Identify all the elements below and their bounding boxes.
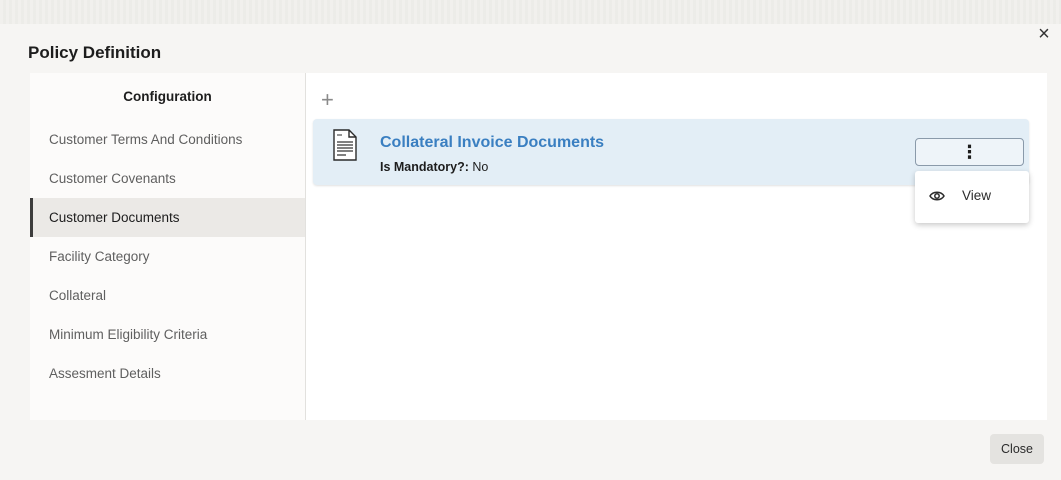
sidebar-header: Configuration	[123, 89, 212, 104]
content-panel: + Collateral Invoice Documents Is Mandat…	[306, 73, 1047, 420]
sidebar-item-assesment-details[interactable]: Assesment Details	[30, 354, 305, 393]
sidebar-item-customer-terms-and-conditions[interactable]: Customer Terms And Conditions	[30, 120, 305, 159]
kebab-icon: ⋮	[960, 142, 979, 162]
sidebar-item-collateral[interactable]: Collateral	[30, 276, 305, 315]
menu-item-label: View	[962, 188, 992, 203]
card-title-link[interactable]: Collateral Invoice Documents	[380, 134, 604, 152]
sidebar-item-facility-category[interactable]: Facility Category	[30, 237, 305, 276]
mandatory-value: No	[472, 160, 489, 174]
sidebar-item-customer-covenants[interactable]: Customer Covenants	[30, 159, 305, 198]
policy-definition-dialog: Policy Definition × Configuration Custom…	[0, 24, 1061, 480]
background-strip	[0, 0, 1061, 24]
sidebar-item-minimum-eligibility-criteria[interactable]: Minimum Eligibility Criteria	[30, 315, 305, 354]
eye-icon	[929, 191, 945, 201]
mandatory-field: Is Mandatory?: No	[380, 160, 488, 174]
close-icon[interactable]: ×	[1034, 24, 1054, 44]
actions-dropdown-menu: View	[915, 171, 1029, 223]
close-button[interactable]: Close	[990, 434, 1044, 464]
configuration-sidebar: Configuration Customer Terms And Conditi…	[30, 73, 306, 420]
menu-item-view[interactable]: View	[915, 171, 1029, 223]
add-icon[interactable]: +	[321, 89, 334, 111]
dialog-title: Policy Definition	[28, 43, 162, 62]
mandatory-label: Is Mandatory?:	[380, 160, 469, 174]
document-icon	[333, 129, 357, 161]
sidebar-item-customer-documents[interactable]: Customer Documents	[30, 198, 305, 237]
actions-menu-button[interactable]: ⋮	[915, 138, 1024, 166]
